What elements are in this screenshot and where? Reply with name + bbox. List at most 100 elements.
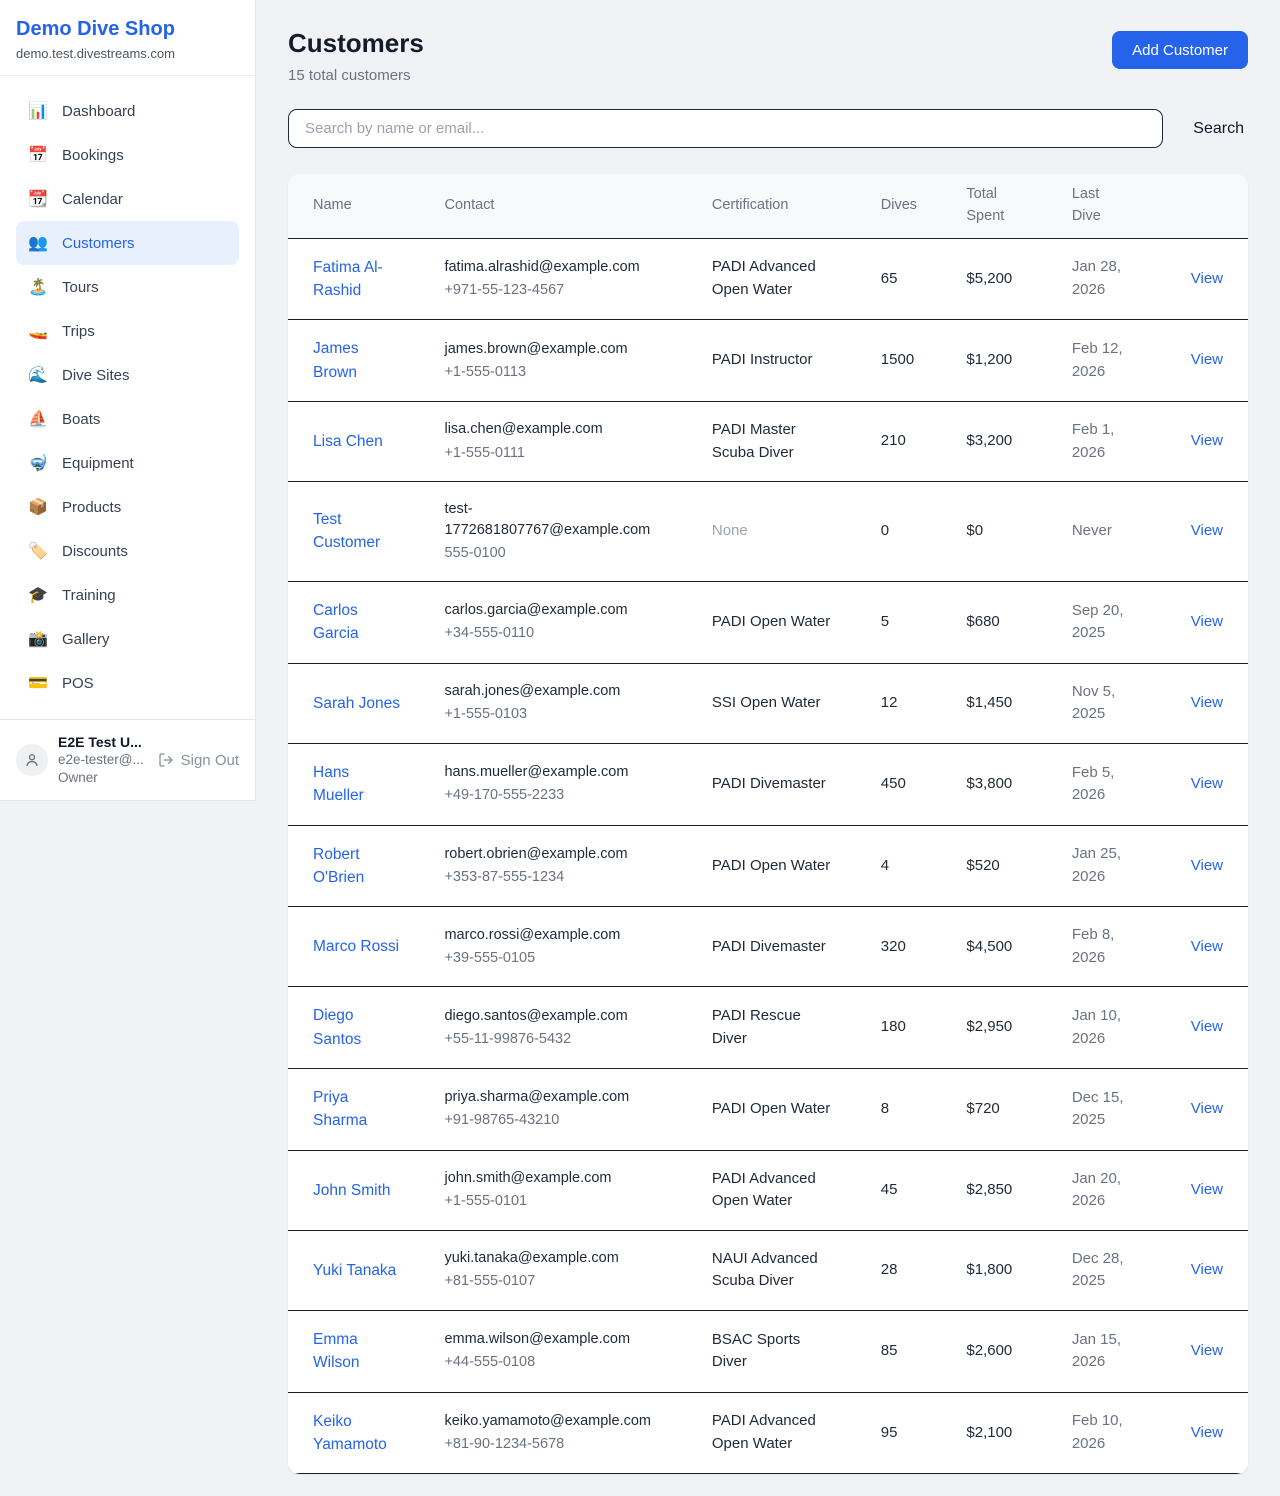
view-customer-link[interactable]: View xyxy=(1191,1181,1223,1198)
customer-name-link[interactable]: Fatima Al-Rashid xyxy=(313,256,404,303)
customer-total-spent: $2,850 xyxy=(954,1150,1059,1230)
shop-domain: demo.test.divestreams.com xyxy=(16,46,239,61)
customer-row: John Smith john.smith@example.com +1-555… xyxy=(288,1150,1248,1230)
customer-name-link[interactable]: Lisa Chen xyxy=(313,430,383,453)
customer-dives: 320 xyxy=(869,907,955,987)
view-customer-link[interactable]: View xyxy=(1191,775,1223,792)
customer-email: robert.obrien@example.com xyxy=(444,844,656,865)
customer-total-spent: $1,450 xyxy=(954,663,1059,743)
sidebar-item[interactable]: 📆 Calendar xyxy=(16,177,239,221)
customer-last-dive: Nov 5, 2025 xyxy=(1072,681,1134,726)
sidebar-item[interactable]: 🤿 Equipment xyxy=(16,441,239,485)
customer-phone: +1-555-0111 xyxy=(444,443,687,464)
sidebar-item[interactable]: ⛵ Boats xyxy=(16,397,239,441)
customer-phone: +1-555-0101 xyxy=(444,1191,687,1212)
customer-name-link[interactable]: Hans Mueller xyxy=(313,761,404,808)
sidebar-item[interactable]: 🚤 Trips xyxy=(16,309,239,353)
tours-icon: 🏝️ xyxy=(28,277,48,297)
customer-certification: PADI Divemaster xyxy=(712,773,826,796)
search-button[interactable]: Search xyxy=(1189,120,1248,138)
sidebar-item-label: Gallery xyxy=(62,631,110,648)
customer-name-link[interactable]: Priya Sharma xyxy=(313,1086,404,1133)
customer-last-dive: Jan 28, 2026 xyxy=(1072,256,1134,301)
customer-certification: PADI Open Water xyxy=(712,855,830,878)
customer-phone: +1-555-0113 xyxy=(444,362,687,383)
sidebar-item[interactable]: 🌊 Dive Sites xyxy=(16,353,239,397)
sidebar-item[interactable]: 🏝️ Tours xyxy=(16,265,239,309)
sidebar-item[interactable]: 🏷️ Discounts xyxy=(16,529,239,573)
search-input[interactable] xyxy=(288,109,1163,148)
view-customer-link[interactable]: View xyxy=(1191,522,1223,539)
view-customer-link[interactable]: View xyxy=(1191,432,1223,449)
customer-row: Test Customer test-1772681807767@example… xyxy=(288,482,1248,582)
column-header-actions xyxy=(1165,174,1248,238)
sidebar-item[interactable]: 📊 Dashboard xyxy=(16,89,239,133)
sidebar-item[interactable]: 📸 Gallery xyxy=(16,617,239,661)
customer-name-link[interactable]: Test Customer xyxy=(313,508,404,555)
view-customer-link[interactable]: View xyxy=(1191,694,1223,711)
dive-sites-icon: 🌊 xyxy=(28,365,48,385)
customer-phone: +55-11-99876-5432 xyxy=(444,1029,687,1050)
view-customer-link[interactable]: View xyxy=(1191,857,1223,874)
customer-dives: 65 xyxy=(869,238,955,320)
sign-out-button[interactable]: Sign Out xyxy=(158,752,239,769)
customer-name-link[interactable]: Yuki Tanaka xyxy=(313,1259,396,1282)
customer-certification: BSAC Sports Diver xyxy=(712,1329,835,1374)
sidebar-item[interactable]: 👥 Customers xyxy=(16,221,239,265)
customer-row: Robert O'Brien robert.obrien@example.com… xyxy=(288,825,1248,907)
customer-certification: PADI Instructor xyxy=(712,349,813,372)
customer-email: james.brown@example.com xyxy=(444,339,656,360)
customer-name-link[interactable]: Marco Rossi xyxy=(313,935,399,958)
customer-last-dive: Sep 20, 2025 xyxy=(1072,600,1134,645)
user-email: e2e-tester@... xyxy=(58,751,148,769)
add-customer-button[interactable]: Add Customer xyxy=(1112,31,1248,69)
customer-total-spent: $0 xyxy=(954,482,1059,582)
customer-name-link[interactable]: Keiko Yamamoto xyxy=(313,1410,404,1457)
customer-name-link[interactable]: Emma Wilson xyxy=(313,1328,404,1375)
column-header-last-dive: Last Dive xyxy=(1060,174,1165,238)
view-customer-link[interactable]: View xyxy=(1191,1424,1223,1441)
customer-last-dive: Feb 12, 2026 xyxy=(1072,338,1134,383)
customer-name-link[interactable]: James Brown xyxy=(313,337,404,384)
sidebar-item-label: Equipment xyxy=(62,455,134,472)
customer-certification: PADI Open Water xyxy=(712,611,830,634)
customers-table: Name Contact Certification Dives Total S… xyxy=(288,174,1248,1474)
customer-last-dive: Dec 15, 2025 xyxy=(1072,1087,1134,1132)
customer-dives: 0 xyxy=(869,482,955,582)
customer-phone: +81-555-0107 xyxy=(444,1271,687,1292)
customer-name-link[interactable]: Carlos Garcia xyxy=(313,599,404,646)
customer-name-link[interactable]: Robert O'Brien xyxy=(313,843,404,890)
customer-total-spent: $520 xyxy=(954,825,1059,907)
sidebar: Demo Dive Shop demo.test.divestreams.com… xyxy=(0,0,256,801)
view-customer-link[interactable]: View xyxy=(1191,1342,1223,1359)
customer-certification: PADI Master Scuba Diver xyxy=(712,419,835,464)
sidebar-item[interactable]: 📅 Bookings xyxy=(16,133,239,177)
view-customer-link[interactable]: View xyxy=(1191,938,1223,955)
sidebar-item[interactable]: 💳 POS xyxy=(16,661,239,705)
customer-email: lisa.chen@example.com xyxy=(444,419,656,440)
view-customer-link[interactable]: View xyxy=(1191,1261,1223,1278)
customer-name-link[interactable]: John Smith xyxy=(313,1179,391,1202)
avatar xyxy=(16,744,48,776)
view-customer-link[interactable]: View xyxy=(1191,1100,1223,1117)
customer-email: hans.mueller@example.com xyxy=(444,762,656,783)
customer-phone: 555-0100 xyxy=(444,543,687,564)
customer-total-spent: $1,200 xyxy=(954,320,1059,402)
sidebar-item-label: Tours xyxy=(62,279,99,296)
customer-phone: +91-98765-43210 xyxy=(444,1110,687,1131)
customer-dives: 8 xyxy=(869,1069,955,1151)
shop-title: Demo Dive Shop xyxy=(16,18,239,41)
customer-total-spent: $2,950 xyxy=(954,987,1059,1069)
customer-row: Carlos Garcia carlos.garcia@example.com … xyxy=(288,582,1248,664)
customer-row: Lisa Chen lisa.chen@example.com +1-555-0… xyxy=(288,402,1248,482)
customer-name-link[interactable]: Sarah Jones xyxy=(313,692,400,715)
sidebar-item[interactable]: 📦 Products xyxy=(16,485,239,529)
view-customer-link[interactable]: View xyxy=(1191,613,1223,630)
view-customer-link[interactable]: View xyxy=(1191,270,1223,287)
customer-phone: +971-55-123-4567 xyxy=(444,280,687,301)
equipment-icon: 🤿 xyxy=(28,453,48,473)
customer-name-link[interactable]: Diego Santos xyxy=(313,1004,404,1051)
sidebar-item[interactable]: 🎓 Training xyxy=(16,573,239,617)
view-customer-link[interactable]: View xyxy=(1191,351,1223,368)
view-customer-link[interactable]: View xyxy=(1191,1018,1223,1035)
